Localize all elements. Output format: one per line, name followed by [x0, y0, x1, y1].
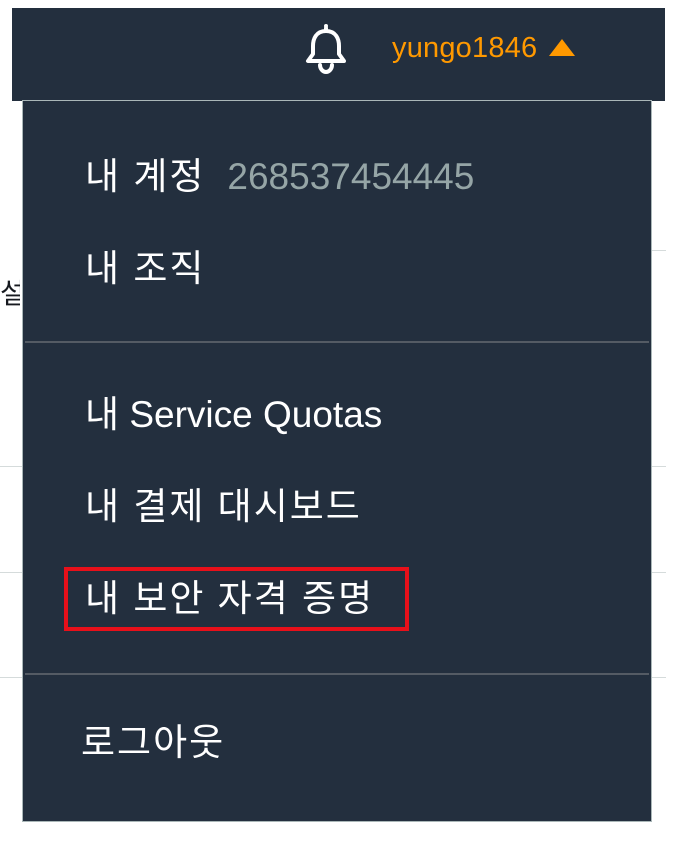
background-divider	[0, 572, 22, 573]
background-divider	[652, 250, 666, 251]
caret-up-icon	[549, 38, 576, 56]
menu-item-sign-out[interactable]: 로그아웃	[81, 721, 225, 765]
background-divider	[652, 466, 666, 467]
menu-divider	[25, 673, 649, 675]
background-divider	[652, 677, 666, 678]
background-text-fragment: 설	[0, 278, 20, 309]
background-divider	[0, 466, 22, 467]
username-label[interactable]: yungo1846	[392, 32, 537, 65]
bell-icon[interactable]	[303, 22, 349, 74]
background-divider	[0, 677, 22, 678]
account-id: 268537454445	[227, 156, 475, 197]
menu-item-billing-dashboard[interactable]: 내 결제 대시보드	[85, 485, 362, 529]
menu-item-my-organization[interactable]: 내 조직	[85, 247, 205, 291]
account-menu-toggle[interactable]: yungo1846	[392, 28, 576, 68]
top-navigation-bar: yungo1846	[12, 8, 665, 101]
menu-divider	[25, 341, 649, 343]
menu-item-service-quotas[interactable]: 내 Service Quotas	[85, 393, 382, 437]
menu-item-my-account[interactable]: 내 계정 268537454445	[85, 155, 474, 199]
account-dropdown-menu: 내 계정 268537454445 내 조직 내 Service Quotas 내…	[22, 100, 652, 822]
highlight-box	[64, 567, 409, 631]
menu-item-label: 내 계정	[85, 156, 206, 197]
background-divider	[652, 572, 666, 573]
